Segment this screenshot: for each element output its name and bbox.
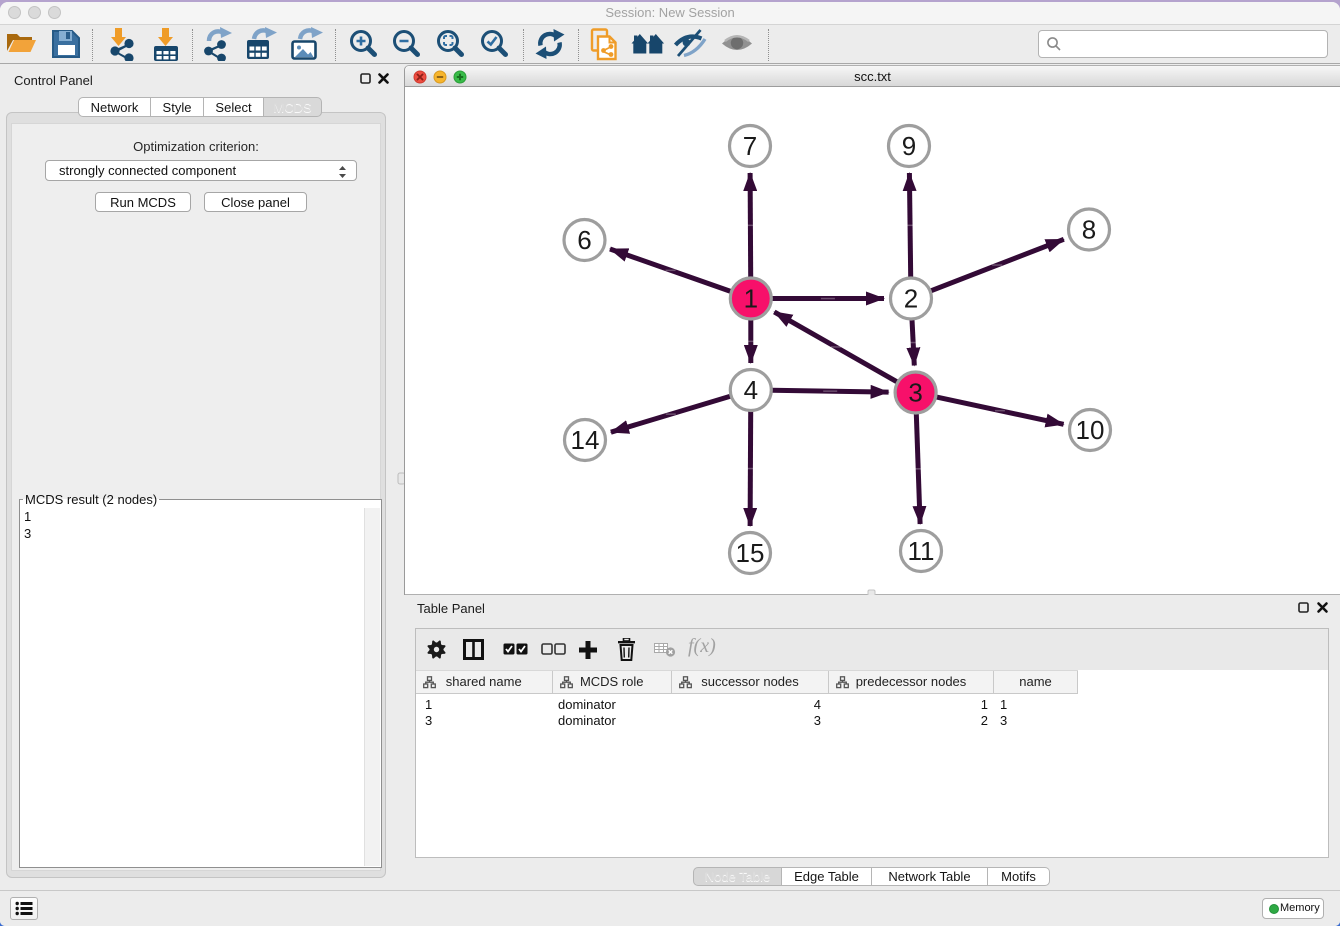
- svg-text:7: 7: [743, 131, 757, 161]
- svg-text:14: 14: [571, 425, 600, 455]
- svg-text:9: 9: [902, 131, 916, 161]
- svg-text:8: 8: [1082, 215, 1096, 245]
- svg-text:6: 6: [577, 225, 591, 255]
- svg-text:4: 4: [744, 375, 758, 405]
- svg-text:10: 10: [1076, 415, 1105, 445]
- svg-text:15: 15: [736, 538, 765, 568]
- svg-text:11: 11: [908, 536, 935, 566]
- svg-text:2: 2: [904, 284, 918, 314]
- svg-text:1: 1: [744, 284, 758, 314]
- svg-text:3: 3: [908, 378, 922, 408]
